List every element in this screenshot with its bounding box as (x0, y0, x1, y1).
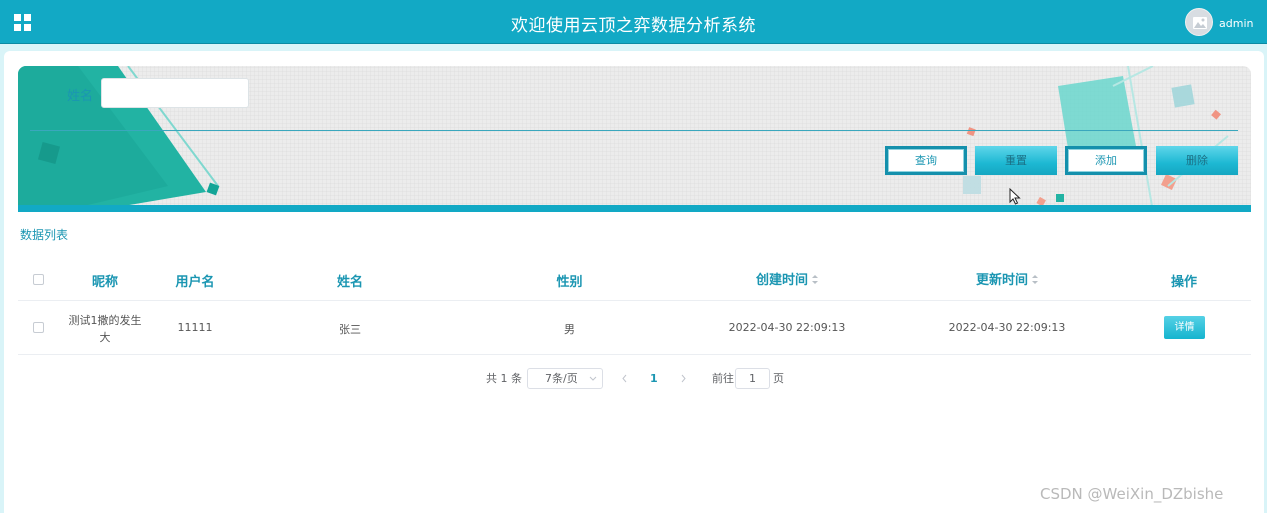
watermark: CSDN @WeiXin_DZbishe (1040, 485, 1224, 503)
system-title: 欢迎使用云顶之弈数据分析系统 (511, 16, 756, 36)
cell-nickname-line1: 测试1撒的发生 (68, 314, 142, 327)
row-checkbox[interactable] (33, 322, 44, 333)
sort-icon[interactable] (1032, 275, 1038, 284)
delete-button[interactable]: 删除 (1156, 146, 1238, 175)
user-name[interactable]: admin (1219, 17, 1253, 30)
add-button[interactable]: 添加 (1065, 146, 1147, 175)
select-all-checkbox[interactable] (33, 274, 44, 285)
goto-page-input[interactable] (735, 368, 770, 389)
prev-page-icon[interactable] (621, 374, 629, 383)
data-list-title: 数据列表 (20, 228, 69, 242)
cell-nickname: 测试1撒的发生 大 (58, 312, 152, 346)
next-page-icon[interactable] (679, 374, 687, 383)
col-name: 姓名 (336, 275, 363, 290)
table-header: 昵称 用户名 姓名 性别 创建时间 更新时间 操作 (18, 258, 1251, 301)
name-input[interactable] (101, 78, 249, 108)
col-nickname: 昵称 (91, 275, 118, 290)
col-created-time[interactable]: 创建时间 (677, 269, 897, 288)
avatar[interactable] (1185, 8, 1213, 36)
detail-button[interactable]: 详情 (1164, 316, 1205, 339)
query-button[interactable]: 查询 (885, 146, 967, 175)
goto-label: 前往 (712, 372, 734, 385)
data-table: 昵称 用户名 姓名 性别 创建时间 更新时间 操作 测试1撒的发生 大 1111… (18, 258, 1251, 355)
sort-icon[interactable] (812, 275, 818, 284)
col-gender: 性别 (556, 275, 583, 290)
col-updated-time[interactable]: 更新时间 (897, 269, 1117, 288)
cell-username: 11111 (177, 321, 213, 334)
col-updated-time-label: 更新时间 (975, 273, 1028, 288)
page-number-current[interactable]: 1 (650, 368, 658, 389)
search-panel-bottom-bar (18, 205, 1251, 212)
image-icon (1193, 17, 1207, 29)
reset-button[interactable]: 重置 (975, 146, 1057, 175)
search-panel: 姓名 查询 重置 添加 删除 (18, 66, 1251, 212)
cell-nickname-line2: 大 (99, 331, 111, 344)
cell-updated-time: 2022-04-30 22:09:13 (948, 321, 1066, 334)
mouse-cursor-icon (1009, 188, 1021, 205)
search-divider (30, 130, 1238, 131)
page-size-select[interactable]: 7条/页 (527, 368, 603, 389)
name-label: 姓名 (67, 89, 94, 104)
col-created-time-label: 创建时间 (755, 273, 808, 288)
cell-created-time: 2022-04-30 22:09:13 (728, 321, 846, 334)
top-bar: 欢迎使用云顶之弈数据分析系统 admin (0, 0, 1267, 44)
table-row: 测试1撒的发生 大 11111 张三 男 2022-04-30 22:09:13… (18, 301, 1251, 355)
page-size-value: 7条/页 (545, 372, 578, 385)
col-username: 用户名 (175, 275, 215, 290)
page-unit-label: 页 (773, 372, 784, 385)
col-actions: 操作 (1170, 275, 1197, 290)
cell-name: 张三 (339, 323, 361, 336)
chevron-down-icon (589, 376, 597, 381)
cell-gender: 男 (564, 323, 575, 336)
pagination-total: 共 1 条 (486, 372, 522, 385)
